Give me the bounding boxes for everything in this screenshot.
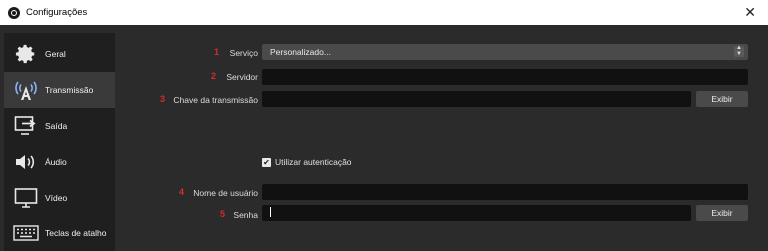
text-cursor (270, 207, 271, 217)
auth-label: Utilizar autenticação (275, 157, 352, 167)
monitor-icon (13, 186, 39, 210)
sidebar-item-label: Transmissão (45, 85, 94, 95)
sidebar-item-video[interactable]: Vídeo (4, 180, 115, 216)
gear-icon (13, 42, 39, 66)
sidebar-item-geral[interactable]: Geral (4, 36, 115, 72)
obs-logo-icon (8, 6, 20, 19)
sidebar-item-label: Saída (45, 121, 68, 131)
servico-label: Serviço (229, 48, 258, 58)
title-bar: Configurações ✕ (0, 0, 768, 25)
annotation-number: 2 (211, 71, 217, 81)
sidebar-item-label: Áudio (45, 157, 67, 167)
annotation-number: 4 (179, 187, 185, 197)
auth-checkbox[interactable]: ✔ Utilizar autenticação (262, 157, 352, 167)
antenna-icon (13, 78, 39, 102)
spinner-arrows-icon: ▲ ▼ (734, 45, 744, 57)
settings-sidebar: Geral Transmissão Saída Áudio Vídeo Tecl… (4, 33, 115, 251)
keyboard-icon (13, 221, 39, 245)
servidor-input[interactable] (262, 69, 748, 85)
checkmark-icon: ✔ (262, 157, 271, 167)
servidor-label: Servidor (226, 72, 258, 82)
output-icon (13, 114, 39, 138)
sidebar-item-audio[interactable]: Áudio (4, 144, 115, 180)
chave-input[interactable] (262, 91, 691, 107)
sidebar-item-teclas-de-atalho[interactable]: Teclas de atalho (4, 215, 115, 251)
chave-exibir-button[interactable]: Exibir (696, 91, 748, 107)
usuario-label: Nome de usuário (193, 188, 258, 198)
annotation-number: 1 (214, 47, 220, 57)
annotation-number: 5 (220, 209, 226, 219)
usuario-input[interactable] (262, 184, 748, 200)
window-title: Configurações (26, 7, 88, 18)
servico-select[interactable]: Personalizado... ▲ ▼ (262, 44, 748, 60)
close-icon[interactable]: ✕ (744, 5, 756, 19)
sidebar-item-label: Teclas de atalho (45, 228, 107, 238)
annotation-number: 3 (160, 94, 166, 104)
sidebar-item-transmissao[interactable]: Transmissão (4, 72, 115, 108)
sidebar-item-saida[interactable]: Saída (4, 108, 115, 144)
chave-label: Chave da transmissão (173, 95, 258, 105)
speaker-icon (13, 150, 39, 174)
senha-exibir-button[interactable]: Exibir (696, 205, 748, 221)
senha-input[interactable] (262, 205, 691, 221)
servico-value: Personalizado... (270, 47, 331, 57)
senha-label: Senha (233, 210, 258, 220)
sidebar-item-label: Geral (45, 49, 66, 59)
sidebar-item-label: Vídeo (45, 193, 68, 203)
